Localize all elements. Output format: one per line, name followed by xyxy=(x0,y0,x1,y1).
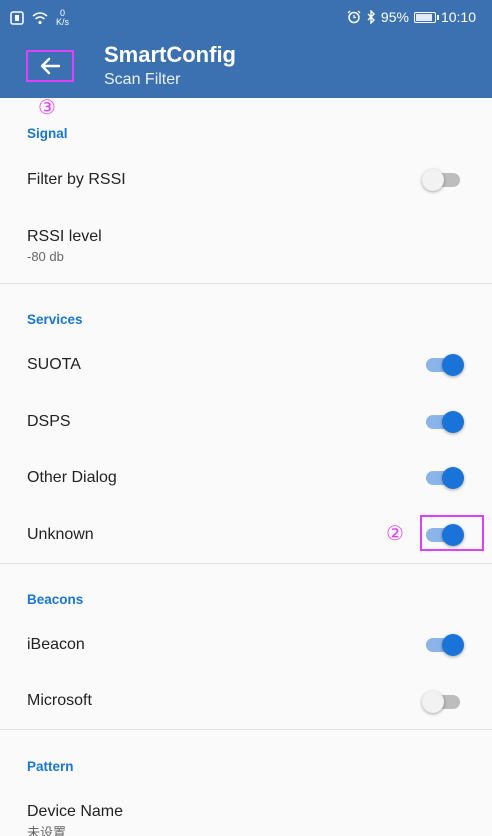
ibeacon-label: iBeacon xyxy=(27,636,85,653)
section-header-pattern: Pattern xyxy=(27,759,74,774)
switch-thumb xyxy=(442,634,464,656)
switch-thumb xyxy=(422,169,444,191)
divider xyxy=(0,283,492,284)
section-header-beacons: Beacons xyxy=(27,592,84,607)
switch-thumb xyxy=(442,411,464,433)
unknown-label: Unknown xyxy=(27,526,94,543)
network-speed-unit: K/s xyxy=(56,17,70,27)
alarm-icon xyxy=(347,10,361,24)
dsps-label: DSPS xyxy=(27,413,71,430)
microsoft-switch[interactable] xyxy=(420,685,466,717)
section-header-services: Services xyxy=(27,312,83,327)
status-right: 95% 10:10 xyxy=(347,9,476,25)
battery-percent: 95% xyxy=(380,9,409,25)
other-dialog-switch[interactable] xyxy=(420,461,466,493)
suota-label: SUOTA xyxy=(27,356,81,373)
divider xyxy=(0,729,492,730)
annotation-marker-2: ② xyxy=(386,523,404,545)
switch-thumb xyxy=(442,354,464,376)
dsps-switch[interactable] xyxy=(420,405,466,437)
rssi-level-label[interactable]: RSSI level xyxy=(27,228,102,246)
arrow-left-icon xyxy=(40,57,61,75)
annotation-highlight-box xyxy=(420,515,484,551)
other-dialog-label: Other Dialog xyxy=(27,469,117,486)
wifi-icon xyxy=(32,12,48,25)
device-name-label[interactable]: Device Name xyxy=(27,803,123,821)
battery-fill xyxy=(415,13,432,21)
switch-thumb xyxy=(442,467,464,489)
clock: 10:10 xyxy=(440,9,476,25)
device-name-value: 未设置 xyxy=(27,825,67,836)
network-speed: 0 K/s xyxy=(56,9,69,27)
annotation-marker-3: ③ xyxy=(38,97,56,119)
filter-rssi-switch[interactable] xyxy=(420,163,466,195)
back-button[interactable] xyxy=(26,50,74,82)
screen-subtitle: Scan Filter xyxy=(104,71,181,88)
suota-switch[interactable] xyxy=(420,348,466,380)
ibeacon-switch[interactable] xyxy=(420,628,466,660)
app-bar: SmartConfig Scan Filter xyxy=(0,36,492,98)
section-header-signal: Signal xyxy=(27,126,68,141)
status-bar: 0 K/s 95% 10:10 xyxy=(0,0,492,36)
divider xyxy=(0,563,492,564)
microsoft-label: Microsoft xyxy=(27,692,92,709)
rssi-level-value: -80 db xyxy=(27,249,64,264)
switch-thumb xyxy=(422,691,444,713)
app-title: SmartConfig xyxy=(104,42,236,67)
notification-icon xyxy=(10,11,24,25)
battery-icon xyxy=(413,11,439,23)
bluetooth-icon xyxy=(367,10,375,24)
filter-rssi-label: Filter by RSSI xyxy=(27,171,126,188)
status-left: 0 K/s xyxy=(10,9,69,27)
app-bar-titles: SmartConfig Scan Filter xyxy=(104,41,236,91)
